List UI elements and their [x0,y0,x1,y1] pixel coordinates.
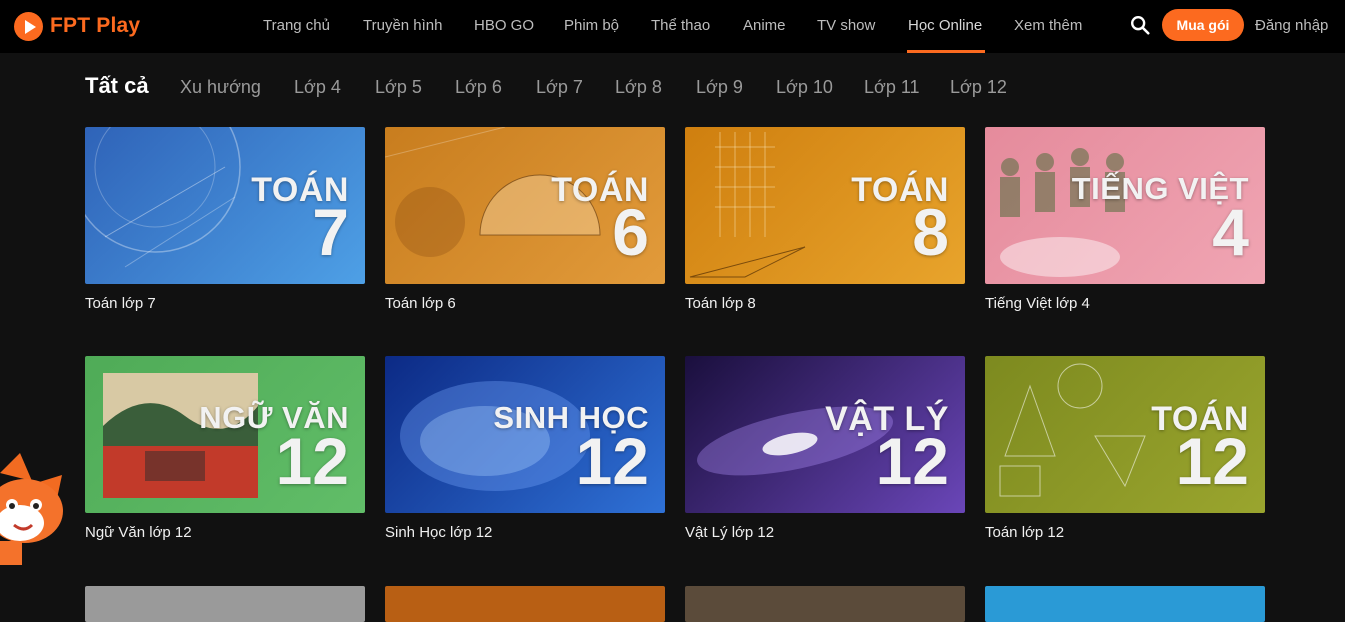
tab-tat-ca[interactable]: Tất cả [85,73,149,99]
course-thumbnail[interactable]: TIẾNG VIỆT 4 [985,127,1265,284]
thumbnail-grade: 12 [575,424,649,498]
top-navigation-bar: FPT Play Trang chủ Truyền hình HBO GO Ph… [0,0,1345,53]
course-thumbnail[interactable]: VẬT LÝ 12 [685,356,965,513]
thumbnail-grade: 4 [1212,195,1249,269]
tab-lop-5[interactable]: Lớp 5 [375,77,422,98]
course-thumbnail[interactable]: SINH HỌC 12 [385,356,665,513]
nav-item-phim-bo[interactable]: Phim bộ [564,17,619,34]
tab-lop-11[interactable]: Lớp 11 [864,77,920,98]
tab-lop-10[interactable]: Lớp 10 [776,77,833,98]
course-title[interactable]: Ngữ Văn lớp 12 [85,524,192,541]
course-thumbnail-partial[interactable] [385,586,665,622]
tab-xu-huong[interactable]: Xu hướng [180,77,261,98]
tab-lop-6[interactable]: Lớp 6 [455,77,502,98]
course-title[interactable]: Toán lớp 6 [385,295,456,312]
brand-logo[interactable]: FPT Play [14,11,140,41]
mascot-icon[interactable] [0,453,70,565]
nav-item-anime[interactable]: Anime [743,17,786,34]
course-thumbnail[interactable]: TOÁN 7 [85,127,365,284]
course-title[interactable]: Tiếng Việt lớp 4 [985,295,1090,312]
course-thumbnail-partial[interactable] [85,586,365,622]
nav-item-truyen-hinh[interactable]: Truyền hình [363,17,443,34]
play-logo-icon [14,11,43,41]
buy-package-button[interactable]: Mua gói [1162,9,1244,41]
course-thumbnail-partial[interactable] [685,586,965,622]
course-thumbnail[interactable]: TOÁN 12 [985,356,1265,513]
tab-lop-12[interactable]: Lớp 12 [950,77,1007,98]
course-title[interactable]: Toán lớp 7 [85,295,156,312]
login-link[interactable]: Đăng nhập [1255,17,1328,34]
course-title[interactable]: Toán lớp 12 [985,524,1064,541]
thumbnail-grade: 8 [912,195,949,269]
nav-item-the-thao[interactable]: Thể thao [651,17,710,34]
brand-name: FPT Play [50,14,141,37]
thumbnail-grade: 12 [1175,424,1249,498]
active-nav-indicator [907,50,985,53]
nav-item-tv-show[interactable]: TV show [817,17,875,34]
nav-item-hoc-online[interactable]: Học Online [908,17,982,34]
course-title[interactable]: Toán lớp 8 [685,295,756,312]
tab-lop-7[interactable]: Lớp 7 [536,77,583,98]
tab-lop-4[interactable]: Lớp 4 [294,77,341,98]
course-thumbnail[interactable]: NGỮ VĂN 12 [85,356,365,513]
thumbnail-grade: 12 [275,424,349,498]
course-thumbnail[interactable]: TOÁN 8 [685,127,965,284]
tab-lop-9[interactable]: Lớp 9 [696,77,743,98]
course-thumbnail[interactable]: TOÁN 6 [385,127,665,284]
course-title[interactable]: Vật Lý lớp 12 [685,524,774,541]
nav-item-hbo-go[interactable]: HBO GO [474,17,534,34]
nav-item-trang-chu[interactable]: Trang chủ [263,17,330,34]
search-icon[interactable] [1129,14,1151,36]
course-thumbnail-partial[interactable] [985,586,1265,622]
thumbnail-grade: 7 [312,195,349,269]
nav-item-xem-them[interactable]: Xem thêm [1014,17,1082,34]
course-title[interactable]: Sinh Học lớp 12 [385,524,492,541]
thumbnail-grade: 12 [875,424,949,498]
thumbnail-grade: 6 [612,195,649,269]
tab-lop-8[interactable]: Lớp 8 [615,77,662,98]
